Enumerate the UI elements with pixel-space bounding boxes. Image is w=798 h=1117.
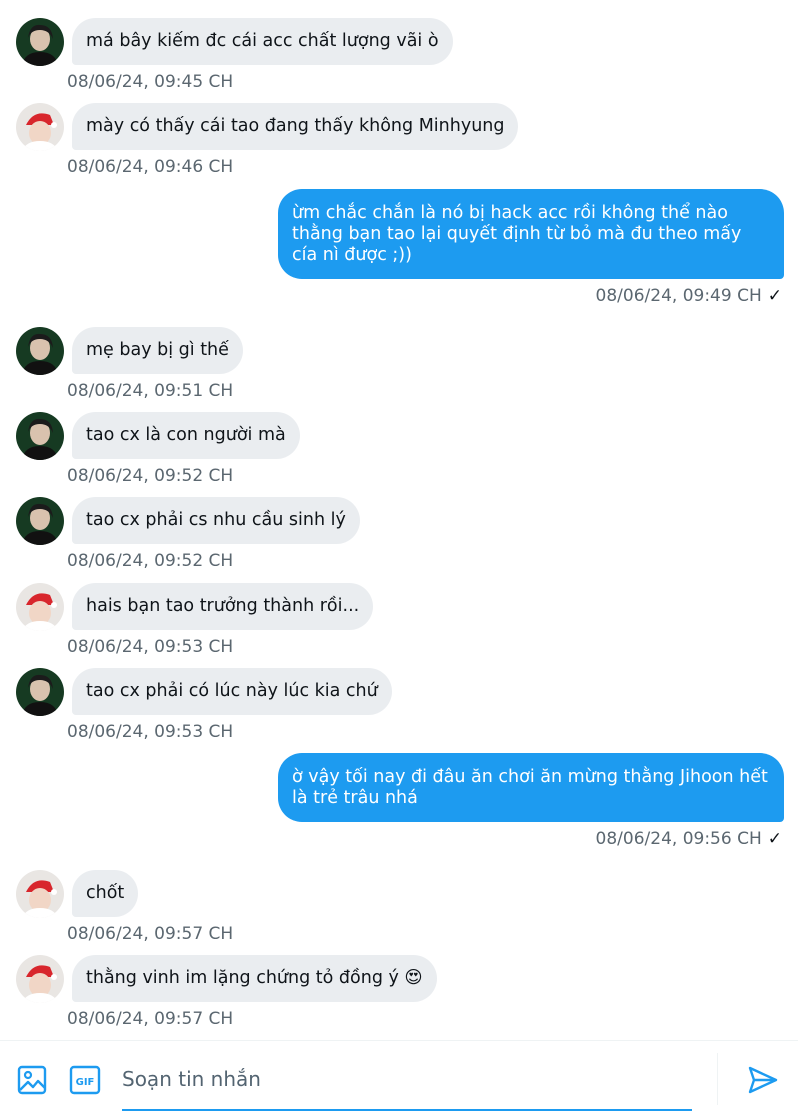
message-bubble[interactable]: tao cx phải cs nhu cầu sinh lý [72,497,360,544]
gif-icon[interactable]: GIF [68,1063,102,1097]
message-timestamp: 08/06/24, 09:45 CH [67,72,234,92]
message-bubble[interactable]: tao cx là con người mà [72,412,300,459]
message-composer: GIF [0,1040,798,1117]
image-icon[interactable] [16,1063,50,1097]
message-bubble[interactable]: ờ vậy tối nay đi đâu ăn chơi ăn mừng thằ… [278,753,784,822]
message-timestamp: 08/06/24, 09:52 CH [67,466,234,486]
message-input[interactable] [122,1063,682,1095]
message-bubble[interactable]: thằng vinh im lặng chứng tỏ đồng ý 😍 [72,955,437,1002]
message-timestamp: 08/06/24, 09:57 CH [67,924,234,944]
message-thread[interactable]: má bây kiếm đc cái acc chất lượng vãi ò … [0,0,798,1040]
message-timestamp: 08/06/24, 09:56 CH ✓ [596,829,782,849]
avatar[interactable] [16,412,64,460]
sent-check-icon: ✓ [767,286,782,306]
avatar[interactable] [16,955,64,1003]
message-timestamp: 08/06/24, 09:51 CH [67,381,234,401]
message-bubble[interactable]: má bây kiếm đc cái acc chất lượng vãi ò [72,18,453,65]
message-timestamp: 08/06/24, 09:57 CH [67,1009,234,1029]
message-bubble[interactable]: mẹ bay bị gì thế [72,327,243,374]
sent-check-icon: ✓ [767,829,782,849]
message-bubble[interactable]: mày có thấy cái tao đang thấy không Minh… [72,103,519,150]
avatar[interactable] [16,327,64,375]
message-timestamp: 08/06/24, 09:53 CH [67,637,234,657]
message-bubble[interactable]: ừm chắc chắn là nó bị hack acc rồi không… [278,189,784,279]
avatar[interactable] [16,870,64,918]
avatar[interactable] [16,668,64,716]
avatar[interactable] [16,103,64,151]
message-timestamp: 08/06/24, 09:53 CH [67,722,234,742]
gif-label: GIF [76,1077,95,1088]
avatar[interactable] [16,583,64,631]
timestamp-text: 08/06/24, 09:49 CH [595,286,762,306]
send-icon[interactable] [746,1063,780,1097]
message-bubble[interactable]: tao cx phải có lúc này lúc kia chứ [72,668,392,715]
avatar[interactable] [16,497,64,545]
message-timestamp: 08/06/24, 09:49 CH ✓ [596,286,782,306]
timestamp-text: 08/06/24, 09:56 CH [595,829,762,849]
message-timestamp: 08/06/24, 09:52 CH [67,551,234,571]
composer-divider [717,1053,718,1105]
message-input-field[interactable] [122,1055,692,1111]
message-bubble[interactable]: hais bạn tao trưởng thành rồi... [72,583,374,630]
message-bubble[interactable]: chốt [72,870,139,917]
message-timestamp: 08/06/24, 09:46 CH [67,157,234,177]
avatar[interactable] [16,18,64,66]
